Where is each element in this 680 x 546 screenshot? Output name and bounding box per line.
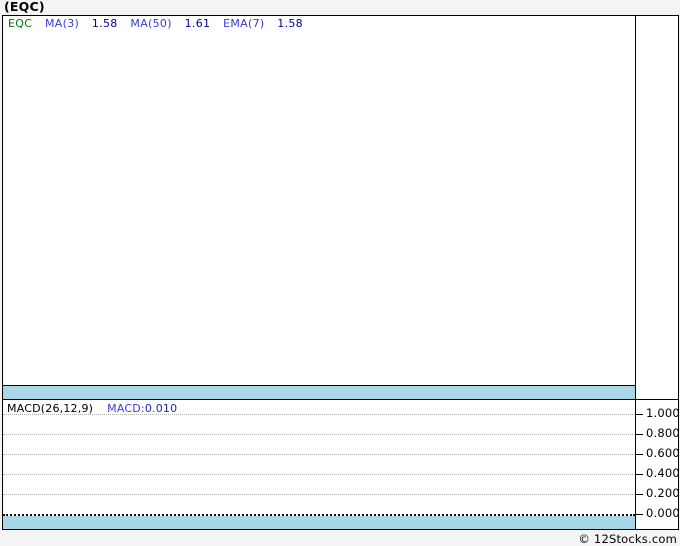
main-panel-legend: EQC MA(3) 1.58 MA(50) 1.61 EMA(7) 1.58 [8,18,312,30]
gridline-0-400 [3,474,635,475]
chart-frame [2,15,679,530]
ticker-symbol: EQC [8,17,33,30]
page-title: (EQC) [4,0,45,14]
macd-panel-highlight-band [3,516,635,529]
ma50-value: 1.61 [184,17,211,30]
ma3-label: MA(3) [45,17,80,30]
axis-divider-line [635,15,636,530]
axis-label: 1.000 [646,406,680,420]
macd-panel-top-border [2,399,679,400]
ma3-value: 1.58 [91,17,118,30]
axis-tick [636,434,643,435]
axis-tick [636,454,643,455]
axis-tick [636,414,643,415]
axis-label: 0.800 [646,426,680,440]
axis-label: 0.400 [646,466,680,480]
axis-label: 0.600 [646,446,680,460]
ma50-label: MA(50) [130,17,172,30]
gridline-0-200 [3,494,635,495]
copyright-watermark: © 12Stocks.com [578,532,677,546]
gridline-0-800 [3,434,635,435]
stock-chart-page: { "page": { "title": "(EQC)", "copyright… [0,0,680,546]
gridline-1-000 [3,414,635,415]
axis-label: 0.200 [646,486,680,500]
ema7-value: 1.58 [277,17,303,30]
axis-tick [636,514,643,515]
axis-label: 0.000 [646,506,680,520]
gridline-0-600 [3,454,635,455]
axis-tick [636,474,643,475]
axis-tick [636,494,643,495]
ema7-label: EMA(7) [223,17,265,30]
main-panel-highlight-band [3,386,635,399]
